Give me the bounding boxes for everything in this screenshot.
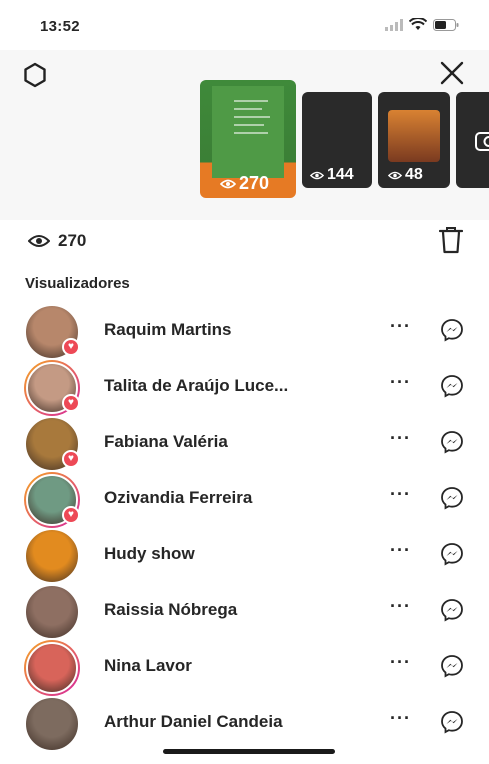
viewer-name[interactable]: Fabiana Valéria bbox=[104, 432, 228, 452]
status-time: 13:52 bbox=[40, 18, 80, 35]
viewer-row[interactable]: Raissia Nóbrega ··· bbox=[0, 582, 489, 640]
viewer-name[interactable]: Talita de Araújo Luce... bbox=[104, 376, 288, 396]
viewers-section-title: Visualizadores bbox=[25, 275, 130, 292]
viewer-name[interactable]: Nina Lavor bbox=[104, 656, 192, 676]
battery-icon bbox=[433, 18, 459, 31]
add-story-thumbnail[interactable] bbox=[456, 92, 489, 188]
avatar[interactable] bbox=[24, 696, 80, 752]
viewer-row[interactable]: ♥ Talita de Araújo Luce... ··· bbox=[0, 358, 489, 416]
story-thumbnail-image bbox=[212, 86, 284, 178]
more-icon[interactable]: ··· bbox=[390, 540, 411, 561]
signal-icon bbox=[385, 18, 403, 31]
more-icon[interactable]: ··· bbox=[390, 652, 411, 673]
viewer-row[interactable]: ♥ Fabiana Valéria ··· bbox=[0, 414, 489, 472]
more-icon[interactable]: ··· bbox=[390, 372, 411, 393]
heart-icon: ♥ bbox=[62, 338, 80, 356]
messenger-icon[interactable] bbox=[440, 598, 464, 622]
viewer-name[interactable]: Ozivandia Ferreira bbox=[104, 488, 252, 508]
messenger-icon[interactable] bbox=[440, 654, 464, 678]
thumbnail-views-count: 48 bbox=[405, 166, 423, 183]
eye-icon bbox=[28, 235, 50, 247]
messenger-icon[interactable] bbox=[440, 486, 464, 510]
views-count: 270 bbox=[58, 231, 87, 250]
viewer-row[interactable]: ♥ Ozivandia Ferreira ··· bbox=[0, 470, 489, 528]
eye-icon bbox=[310, 171, 324, 179]
trash-icon[interactable] bbox=[439, 226, 463, 254]
status-icons bbox=[385, 18, 459, 31]
avatar-photo bbox=[24, 584, 80, 640]
more-icon[interactable]: ··· bbox=[390, 484, 411, 505]
thumbnail-views: 144 bbox=[310, 166, 354, 184]
avatar[interactable] bbox=[24, 640, 80, 696]
viewer-name[interactable]: Hudy show bbox=[104, 544, 195, 564]
thumbnail-views: 48 bbox=[388, 166, 423, 184]
story-viewer-header: 270 144 48 bbox=[0, 50, 489, 220]
views-summary: 270 bbox=[0, 222, 489, 262]
avatar-photo bbox=[26, 642, 78, 694]
viewer-row[interactable]: ♥ Raquim Martins ··· bbox=[0, 302, 489, 360]
more-icon[interactable]: ··· bbox=[390, 596, 411, 617]
viewer-name[interactable]: Arthur Daniel Candeia bbox=[104, 712, 283, 732]
thumbnail-views-count: 270 bbox=[239, 173, 270, 193]
messenger-icon[interactable] bbox=[440, 542, 464, 566]
settings-icon[interactable] bbox=[22, 62, 48, 88]
viewer-row[interactable]: Arthur Daniel Candeia ··· bbox=[0, 694, 489, 752]
avatar[interactable] bbox=[24, 528, 80, 584]
viewer-name[interactable]: Raissia Nóbrega bbox=[104, 600, 237, 620]
avatar-photo bbox=[24, 696, 80, 752]
more-icon[interactable]: ··· bbox=[390, 428, 411, 449]
more-icon[interactable]: ··· bbox=[390, 316, 411, 337]
heart-icon: ♥ bbox=[62, 450, 80, 468]
viewer-row[interactable]: Nina Lavor ··· bbox=[0, 638, 489, 696]
wifi-icon bbox=[409, 18, 427, 30]
story-thumbnail-current[interactable]: 270 bbox=[200, 80, 296, 198]
viewer-name[interactable]: Raquim Martins bbox=[104, 320, 232, 340]
messenger-icon[interactable] bbox=[440, 374, 464, 398]
status-bar: 13:52 bbox=[0, 0, 489, 50]
viewer-row[interactable]: Hudy show ··· bbox=[0, 526, 489, 584]
story-thumbnail-image bbox=[388, 110, 440, 162]
messenger-icon[interactable] bbox=[440, 430, 464, 454]
messenger-icon[interactable] bbox=[440, 710, 464, 734]
camera-icon bbox=[475, 132, 489, 151]
messenger-icon[interactable] bbox=[440, 318, 464, 342]
thumbnail-views: 270 bbox=[220, 173, 269, 194]
story-thumbnail[interactable]: 48 bbox=[378, 92, 450, 188]
story-thumbnail[interactable]: 144 bbox=[302, 92, 372, 188]
close-icon[interactable] bbox=[437, 58, 467, 88]
thumbnail-views-count: 144 bbox=[327, 166, 354, 183]
avatar[interactable] bbox=[24, 584, 80, 640]
avatar-photo bbox=[24, 528, 80, 584]
home-indicator bbox=[163, 749, 335, 754]
eye-icon bbox=[220, 179, 236, 188]
heart-icon: ♥ bbox=[62, 506, 80, 524]
eye-icon bbox=[388, 171, 402, 179]
more-icon[interactable]: ··· bbox=[390, 708, 411, 729]
heart-icon: ♥ bbox=[62, 394, 80, 412]
